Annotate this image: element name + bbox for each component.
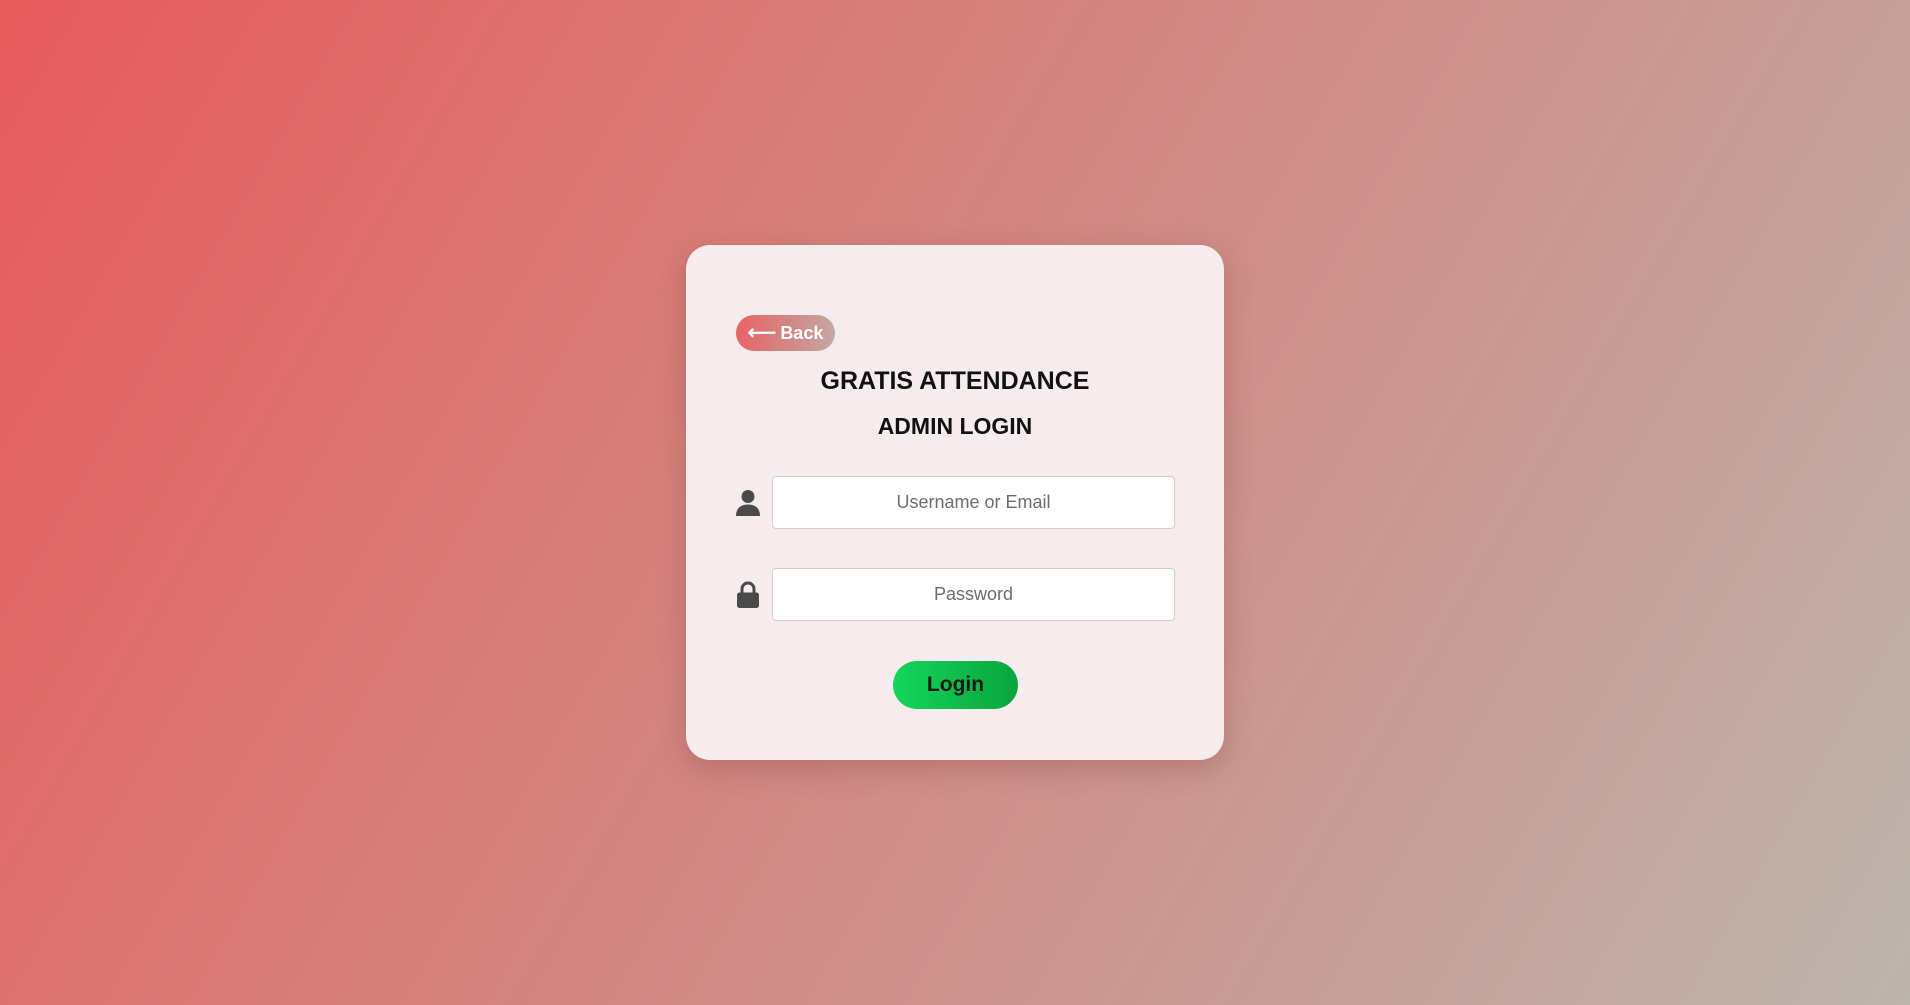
username-row [736, 476, 1175, 530]
login-card: ⟵ Back GRATIS ATTENDANCE ADMIN LOGIN Log… [686, 245, 1224, 760]
left-arrow-icon: ⟵ [747, 321, 777, 344]
app-title: GRATIS ATTENDANCE [820, 367, 1090, 395]
back-button[interactable]: ⟵ Back [736, 315, 835, 351]
lock-icon-graphic [737, 581, 759, 608]
lock-icon [736, 580, 762, 610]
username-input[interactable] [772, 476, 1175, 529]
password-input[interactable] [772, 568, 1175, 621]
page-background: { "login_card": { "back_button": { "arro… [0, 0, 1910, 1005]
password-row [736, 568, 1175, 622]
back-button-label: Back [780, 322, 824, 343]
user-icon [736, 488, 762, 518]
user-icon-graphic [736, 490, 760, 516]
page-subtitle: ADMIN LOGIN [877, 413, 1033, 439]
login-button[interactable]: Login [893, 661, 1018, 709]
